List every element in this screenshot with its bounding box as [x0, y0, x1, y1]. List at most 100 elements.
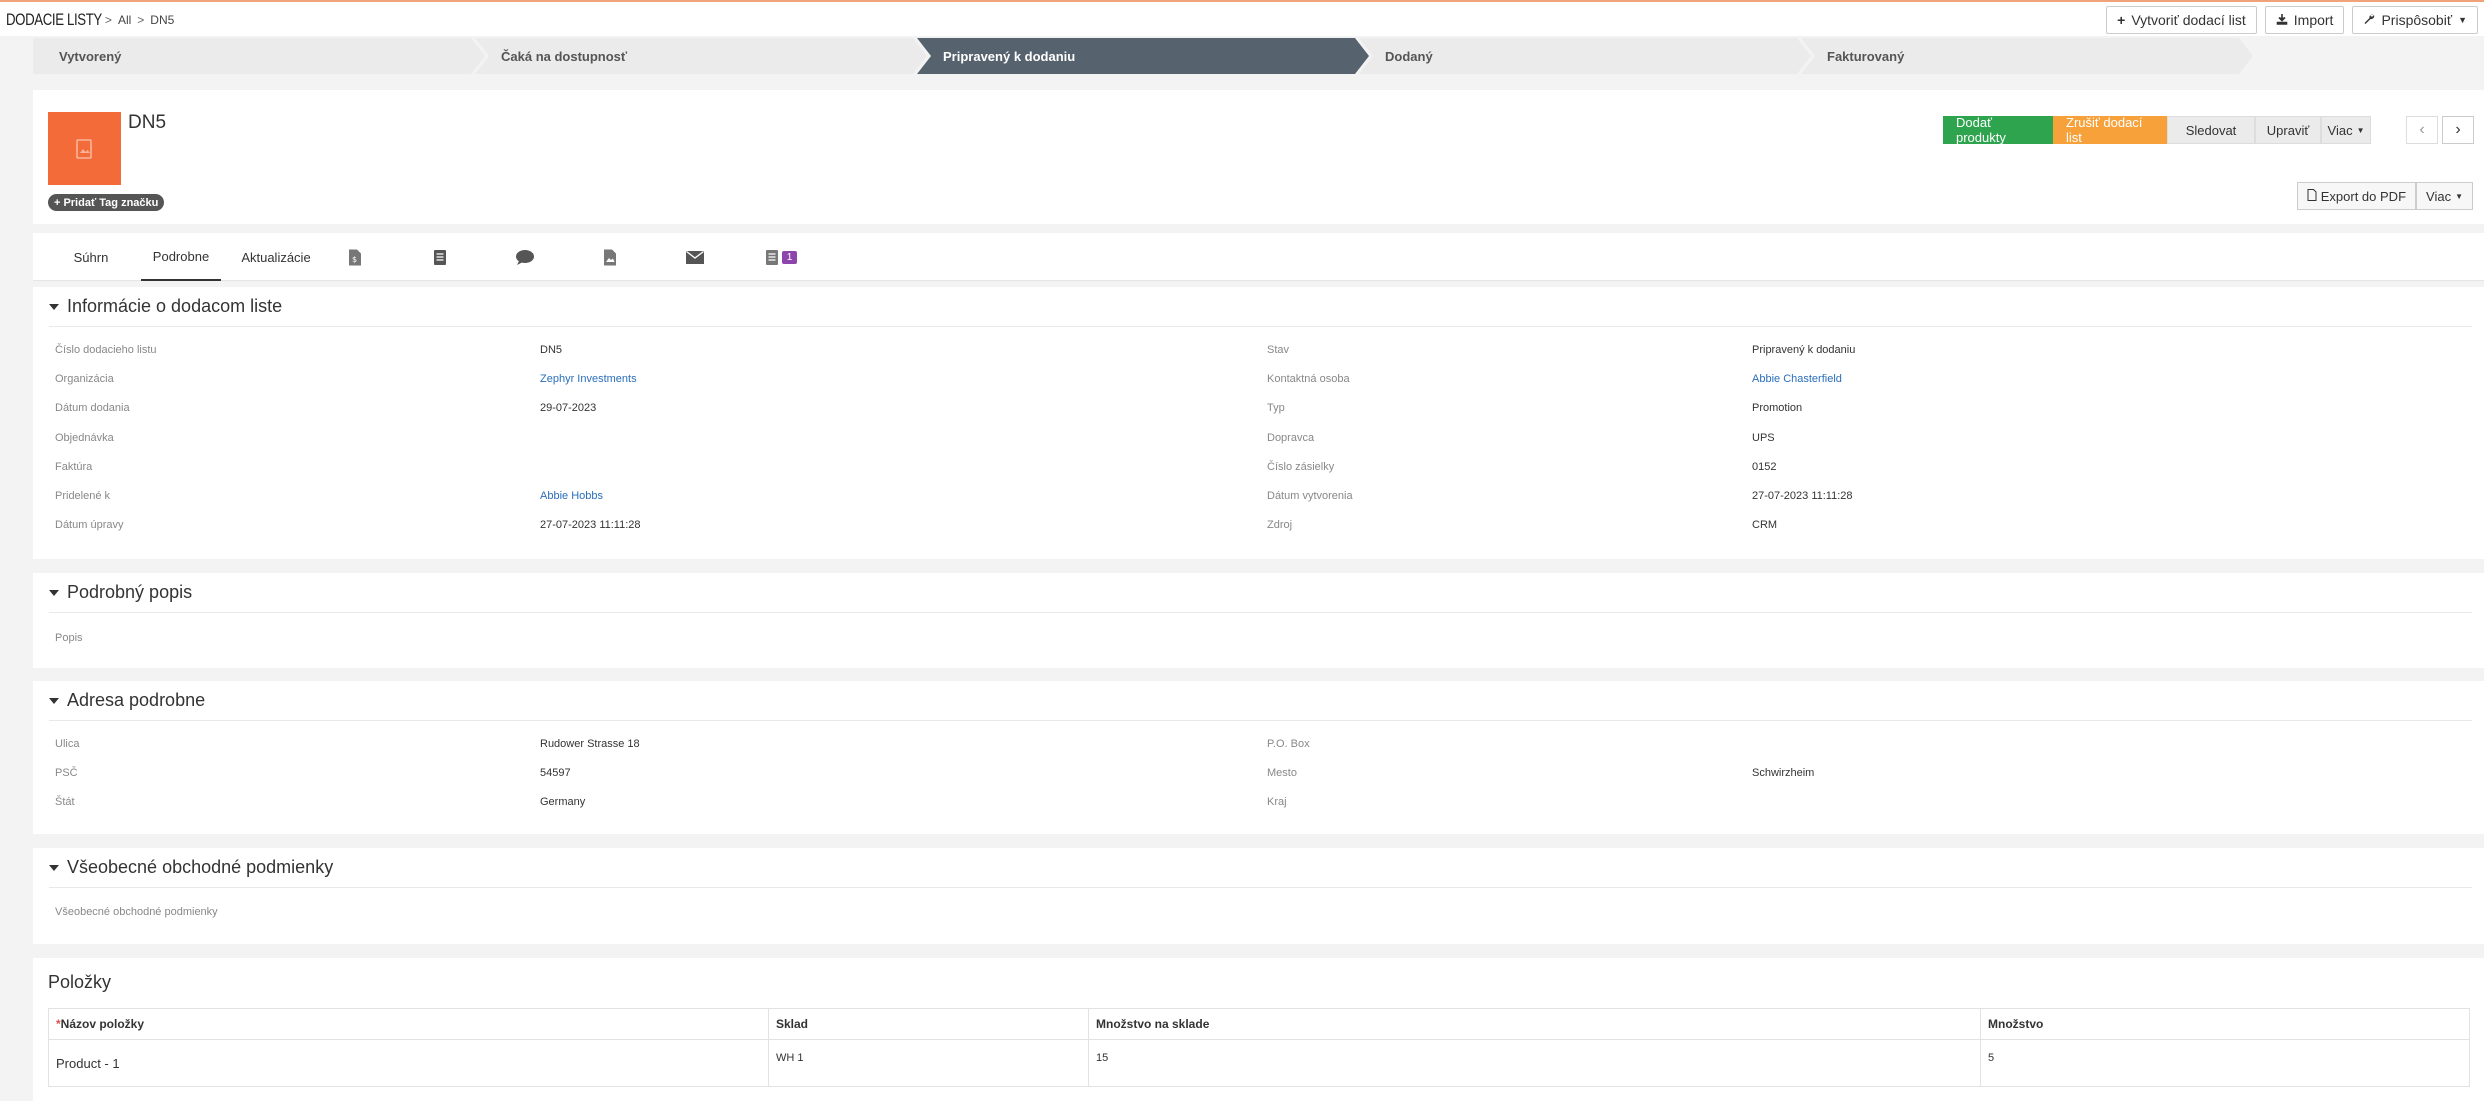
address-panel: Adresa podrobne Ulica Rudower Strasse 18…	[33, 681, 2484, 834]
tab-emails-icon[interactable]	[673, 233, 717, 281]
items-panel: Položky *Názov položky Sklad Množstvo na…	[33, 958, 2484, 1101]
field-label: Dátum dodania	[55, 402, 130, 414]
items-title: Položky	[48, 972, 112, 992]
field-value: Schwirzheim	[1752, 767, 1815, 779]
field-value: CRM	[1752, 519, 1778, 531]
more-actions-button[interactable]: Viac ▼	[2321, 116, 2371, 144]
field-label: Typ	[1267, 402, 1285, 414]
column-header-quantity: Množstvo	[1980, 1008, 2470, 1040]
breadcrumb: Dodacie listy > All > DN5	[6, 10, 174, 30]
field-label: Organizácia	[55, 373, 114, 385]
info-panel: Informácie o dodacom liste Číslo dodacie…	[33, 287, 2484, 559]
import-button[interactable]: Import	[2264, 6, 2345, 34]
items-table: *Názov položky Sklad Množstvo na sklade …	[48, 1008, 2470, 1087]
tab-updates[interactable]: Aktualizácie	[233, 233, 319, 281]
next-record-button[interactable]: ›	[2442, 116, 2474, 144]
field-value: 27-07-2023 11:11:28	[1752, 490, 1853, 502]
assigned-user-link[interactable]: Abbie Hobbs	[540, 490, 603, 502]
breadcrumb-all[interactable]: All	[118, 13, 131, 27]
chevron-right-icon: >	[137, 13, 145, 27]
field-value: Pripravený k dodaniu	[1752, 344, 1856, 356]
export-pdf-button[interactable]: Export do PDF	[2296, 182, 2417, 210]
caret-down-icon: ▼	[2458, 15, 2467, 25]
create-delivery-note-button[interactable]: + Vytvoriť dodací list	[2106, 6, 2257, 34]
export-pdf-label: Export do PDF	[2320, 188, 2407, 204]
follow-button[interactable]: Sledovat	[2167, 116, 2255, 144]
cancel-delivery-note-button[interactable]: Zrušiť dodací list	[2053, 115, 2167, 145]
info-panel-header[interactable]: Informácie o dodacom liste	[49, 287, 2472, 327]
organization-link[interactable]: Zephyr Investments	[540, 373, 637, 385]
description-panel-header[interactable]: Podrobný popis	[49, 573, 2472, 613]
stage-created[interactable]: Vytvorený	[33, 38, 485, 74]
stage-label: Fakturovaný	[1827, 48, 1905, 64]
previous-record-button[interactable]: ‹	[2406, 116, 2438, 144]
wrench-icon	[2363, 12, 2375, 28]
edit-button[interactable]: Upraviť	[2255, 116, 2321, 144]
field-value: 27-07-2023 11:11:28	[540, 519, 641, 531]
field-label: Štát	[55, 796, 75, 808]
document-image-icon	[75, 138, 92, 159]
tab-attachments-icon[interactable]	[588, 233, 632, 281]
stage-label: Čaká na dostupnosť	[501, 48, 628, 64]
record-tabs: Súhrn Podrobne Aktualizácie $ 1	[33, 233, 2484, 281]
caret-down-icon: ▼	[2356, 125, 2365, 135]
items-header-row: *Názov položky Sklad Množstvo na sklade …	[48, 1008, 2470, 1040]
plus-circle-icon: +	[54, 196, 61, 209]
panel-title: Adresa podrobne	[67, 690, 206, 710]
stage-awaiting-availability[interactable]: Čaká na dostupnosť	[475, 38, 927, 74]
panel-title: Informácie o dodacom liste	[67, 296, 283, 316]
breadcrumb-module[interactable]: Dodacie listy	[6, 10, 102, 30]
address-panel-header[interactable]: Adresa podrobne	[49, 681, 2472, 721]
field-label: Ulica	[55, 738, 80, 750]
field-value: UPS	[1752, 432, 1775, 444]
document-icon	[434, 249, 446, 265]
comment-icon	[516, 249, 534, 265]
list-icon	[765, 249, 778, 265]
customize-button[interactable]: Prispôsobiť ▼	[2352, 6, 2478, 34]
stage-label: Dodaný	[1385, 48, 1433, 64]
tab-documents-icon[interactable]	[418, 233, 462, 281]
record-pager: ‹ ›	[2406, 116, 2474, 144]
stage-delivered[interactable]: Dodaný	[1359, 38, 1811, 74]
image-file-icon	[604, 249, 616, 265]
column-header-warehouse: Sklad	[768, 1008, 1089, 1040]
breadcrumb-record: DN5	[150, 13, 175, 27]
import-label: Import	[2293, 12, 2334, 28]
tab-invoice-icon[interactable]: $	[333, 233, 377, 281]
field-label: Kontaktná osoba	[1267, 373, 1350, 385]
column-header-label: Názov položky	[60, 1017, 145, 1031]
field-label: Mesto	[1267, 767, 1297, 779]
file-icon	[2307, 188, 2317, 204]
download-icon	[2276, 12, 2288, 28]
stage-ready-for-delivery[interactable]: Pripravený k dodaniu	[917, 38, 1369, 74]
field-label: Objednávka	[55, 432, 114, 444]
export-more-button[interactable]: Viac ▼	[2416, 182, 2473, 210]
tab-list-icon[interactable]: 1	[755, 233, 807, 281]
process-stepper: Vytvorený Čaká na dostupnosť Pripravený …	[33, 38, 2253, 74]
tab-summary[interactable]: Súhrn	[63, 233, 119, 281]
field-value: Rudower Strasse 18	[540, 738, 640, 750]
item-name-cell: Product - 1	[48, 1039, 769, 1087]
record-image	[48, 112, 121, 185]
field-value: 29-07-2023	[540, 402, 597, 414]
contact-person-link[interactable]: Abbie Chasterfield	[1752, 373, 1842, 385]
top-buttons: + Vytvoriť dodací list Import Prispôsobi…	[2106, 6, 2478, 34]
field-value: 54597	[540, 767, 571, 779]
chevron-right-icon: >	[104, 13, 112, 27]
field-value: DN5	[540, 344, 563, 356]
field-label: Faktúra	[55, 461, 93, 473]
deliver-products-button[interactable]: Dodať produkty	[1943, 115, 2053, 145]
quantity-cell: 5	[1980, 1039, 2470, 1087]
warehouse-cell: WH 1	[768, 1039, 1089, 1087]
tab-details[interactable]: Podrobne	[141, 233, 221, 281]
field-label: Všeobecné obchodné podmienky	[55, 906, 218, 918]
add-tag-button[interactable]: + Pridať Tag značku	[48, 194, 165, 211]
tab-comments-icon[interactable]	[503, 233, 547, 281]
terms-panel-header[interactable]: Všeobecné obchodné podmienky	[49, 848, 2472, 888]
record-header: DN5 + Pridať Tag značku Dodať produkty Z…	[33, 90, 2484, 224]
caret-down-icon	[49, 303, 59, 310]
caret-down-icon: ▼	[2455, 191, 2463, 201]
field-value: 0152	[1752, 461, 1777, 473]
field-label: Stav	[1267, 344, 1290, 356]
stage-invoiced[interactable]: Fakturovaný	[1801, 38, 2253, 74]
